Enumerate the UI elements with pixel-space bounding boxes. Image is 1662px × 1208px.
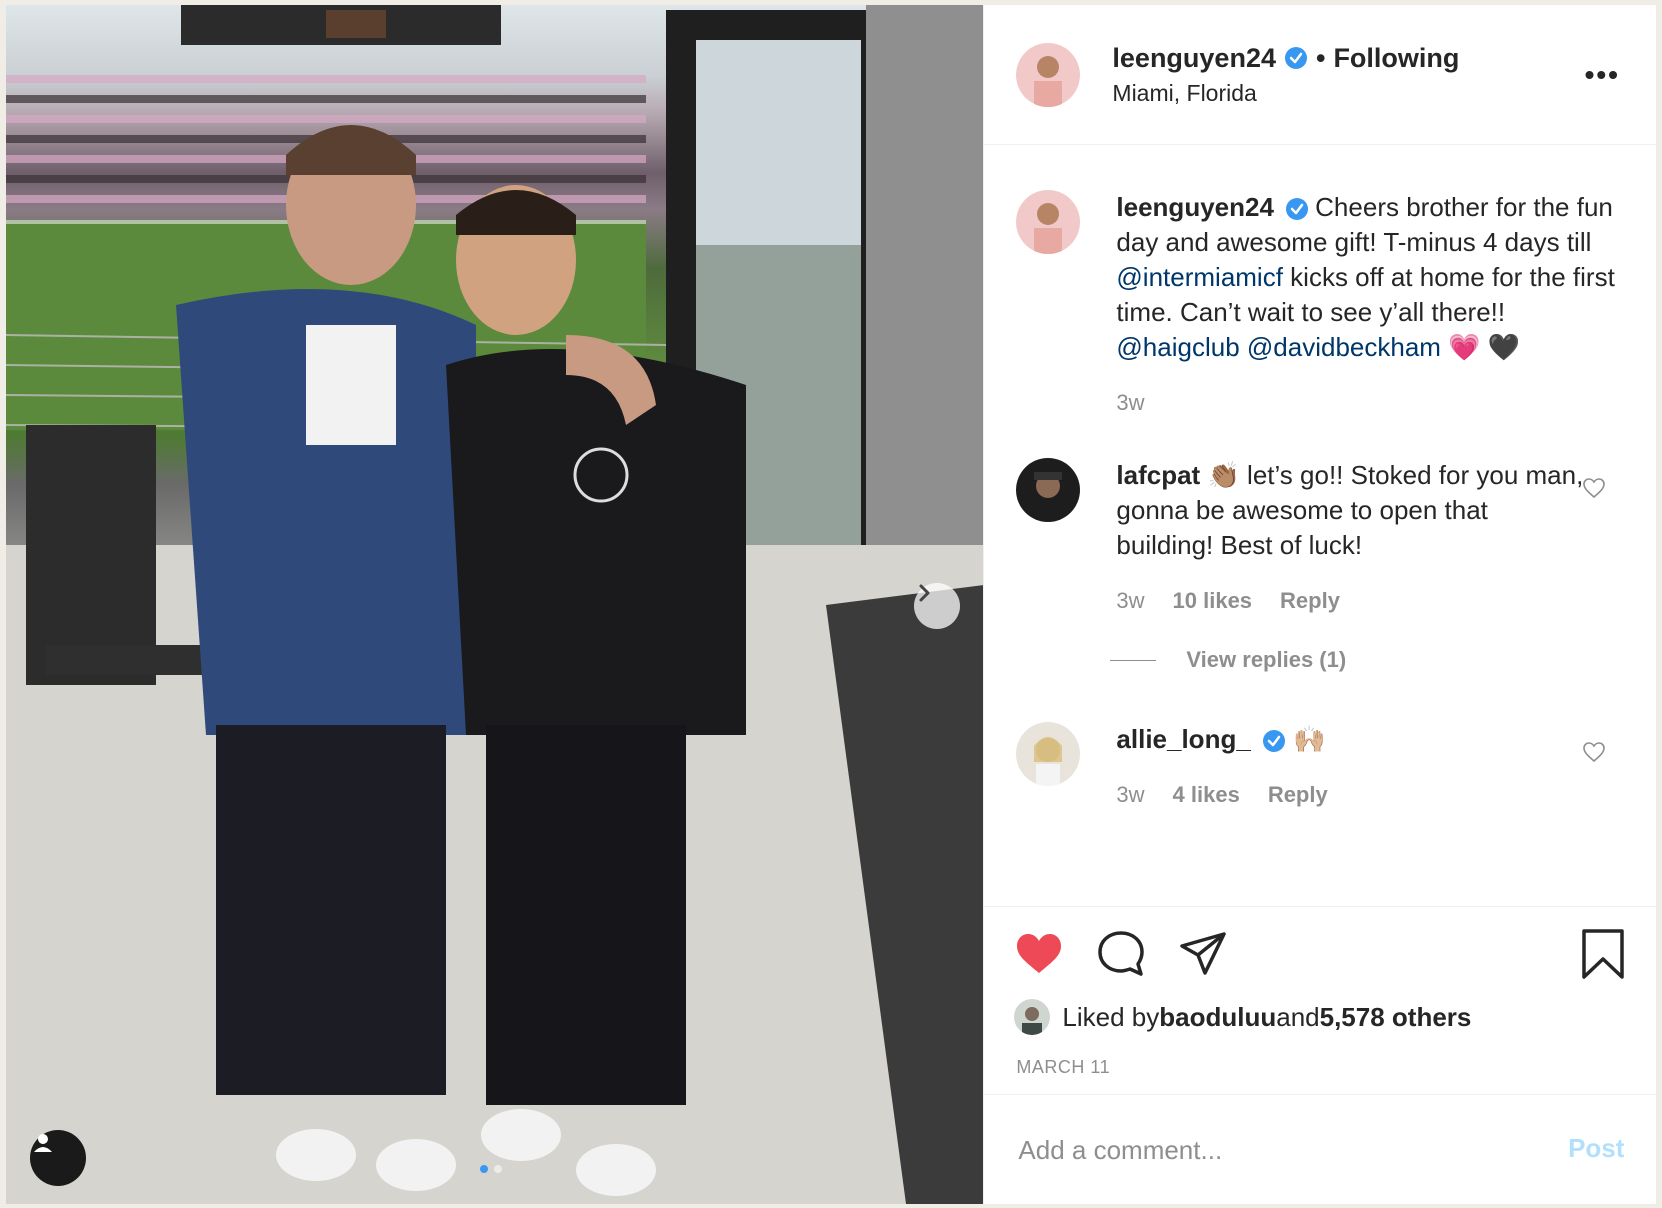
liker-avatar[interactable] bbox=[1014, 999, 1051, 1035]
caption: leenguyen24 Cheers brother for the fun d… bbox=[1016, 190, 1626, 420]
post-details-panel: leenguyen24 • Following Miami, Florida •… bbox=[983, 5, 1656, 1204]
comment-input[interactable] bbox=[1016, 1125, 1501, 1175]
post-header: leenguyen24 • Following Miami, Florida •… bbox=[984, 5, 1656, 145]
avatar-image bbox=[1016, 722, 1081, 786]
caption-username[interactable]: leenguyen24 bbox=[1116, 192, 1274, 222]
comment-time[interactable]: 3w bbox=[1116, 583, 1144, 618]
commenter-username[interactable]: lafcpat bbox=[1116, 460, 1200, 490]
comment-item: lafcpat 👏🏽 let’s go!! Stoked for you man… bbox=[1016, 458, 1626, 618]
post-location[interactable]: Miami, Florida bbox=[1112, 80, 1459, 107]
likes-summary: Liked by baoduluu and 5,578 others bbox=[1014, 999, 1471, 1035]
add-comment-bar: Post bbox=[984, 1094, 1656, 1204]
photo-illustration bbox=[6, 5, 984, 1204]
author-avatar[interactable] bbox=[1016, 42, 1081, 107]
post-modal: leenguyen24 • Following Miami, Florida •… bbox=[6, 5, 1656, 1204]
comments-section[interactable]: leenguyen24 Cheers brother for the fun d… bbox=[984, 146, 1656, 906]
likes-count[interactable]: 5,578 others bbox=[1320, 1002, 1472, 1033]
avatar-image bbox=[1016, 458, 1081, 522]
comment-likes[interactable]: 4 likes bbox=[1173, 777, 1240, 812]
commenter-avatar[interactable] bbox=[1016, 458, 1081, 522]
caption-emojis: 💗 🖤 bbox=[1440, 332, 1521, 362]
more-icon: ••• bbox=[1584, 59, 1620, 90]
post-comment-button[interactable]: Post bbox=[1568, 1133, 1624, 1164]
view-replies-divider bbox=[1110, 659, 1157, 661]
avatar-image bbox=[1014, 999, 1051, 1035]
carousel-indicator bbox=[480, 1165, 502, 1173]
commenter-avatar[interactable] bbox=[1016, 722, 1081, 786]
liked-by-mid: and bbox=[1276, 1001, 1320, 1032]
comment-likes[interactable]: 10 likes bbox=[1173, 583, 1253, 618]
reply-button[interactable]: Reply bbox=[1280, 583, 1340, 618]
post-photo[interactable] bbox=[6, 5, 984, 1204]
author-username[interactable]: leenguyen24 bbox=[1112, 43, 1276, 74]
mention-link[interactable]: @davidbeckham bbox=[1247, 332, 1441, 362]
view-replies-button[interactable]: View replies (1) bbox=[1110, 647, 1346, 673]
like-comment-heart-icon[interactable] bbox=[1582, 476, 1606, 500]
next-photo-button[interactable] bbox=[914, 583, 960, 629]
reply-button[interactable]: Reply bbox=[1268, 777, 1328, 812]
comment-text: 🙌🏼 bbox=[1286, 724, 1326, 754]
comment-body: lafcpat 👏🏽 let’s go!! Stoked for you man… bbox=[1116, 458, 1586, 618]
user-tag-icon bbox=[34, 1134, 52, 1152]
verified-icon bbox=[1263, 730, 1286, 753]
commenter-username[interactable]: allie_long_ bbox=[1116, 724, 1250, 754]
avatar-image bbox=[1016, 42, 1081, 107]
caption-body: leenguyen24 Cheers brother for the fun d… bbox=[1116, 190, 1616, 420]
comment-meta: 3w 4 likes Reply bbox=[1116, 777, 1586, 812]
user-tags-button[interactable] bbox=[30, 1130, 86, 1186]
post-date[interactable]: MARCH 11 bbox=[1016, 1057, 1110, 1078]
heart-icon[interactable] bbox=[1014, 929, 1064, 979]
carousel-dot-active bbox=[480, 1165, 488, 1173]
verified-icon bbox=[1284, 47, 1307, 69]
verified-icon bbox=[1286, 198, 1309, 221]
view-replies-label: View replies (1) bbox=[1186, 647, 1347, 672]
comment-item: allie_long_ 🙌🏼 3w 4 likes Reply bbox=[1016, 722, 1626, 812]
chevron-right-icon bbox=[919, 584, 930, 602]
like-comment-heart-icon[interactable] bbox=[1582, 740, 1606, 764]
caption-meta: 3w bbox=[1116, 385, 1616, 420]
comment-meta: 3w 10 likes Reply bbox=[1116, 583, 1586, 618]
avatar-image bbox=[1016, 190, 1081, 254]
comment-icon[interactable] bbox=[1096, 929, 1146, 979]
share-icon[interactable] bbox=[1178, 929, 1228, 979]
comment-body: allie_long_ 🙌🏼 3w 4 likes Reply bbox=[1116, 722, 1586, 812]
more-options-button[interactable]: ••• bbox=[1585, 59, 1620, 91]
liked-by-prefix: Liked by bbox=[1062, 1001, 1160, 1032]
caption-avatar[interactable] bbox=[1016, 190, 1081, 254]
liked-by-user[interactable]: baoduluu bbox=[1159, 1002, 1276, 1033]
bookmark-icon[interactable] bbox=[1580, 929, 1626, 979]
post-actions: Liked by baoduluu and 5,578 others MARCH… bbox=[984, 906, 1656, 1095]
mention-link[interactable]: @intermiamicf bbox=[1116, 262, 1283, 292]
caption-time[interactable]: 3w bbox=[1116, 385, 1144, 420]
following-button[interactable]: Following bbox=[1333, 43, 1459, 74]
header-separator: • bbox=[1315, 42, 1326, 73]
mention-link[interactable]: @haigclub bbox=[1116, 332, 1239, 362]
action-icons bbox=[1014, 929, 1228, 979]
caption-text bbox=[1240, 332, 1247, 362]
comment-time[interactable]: 3w bbox=[1116, 777, 1144, 812]
carousel-dot bbox=[494, 1165, 502, 1173]
